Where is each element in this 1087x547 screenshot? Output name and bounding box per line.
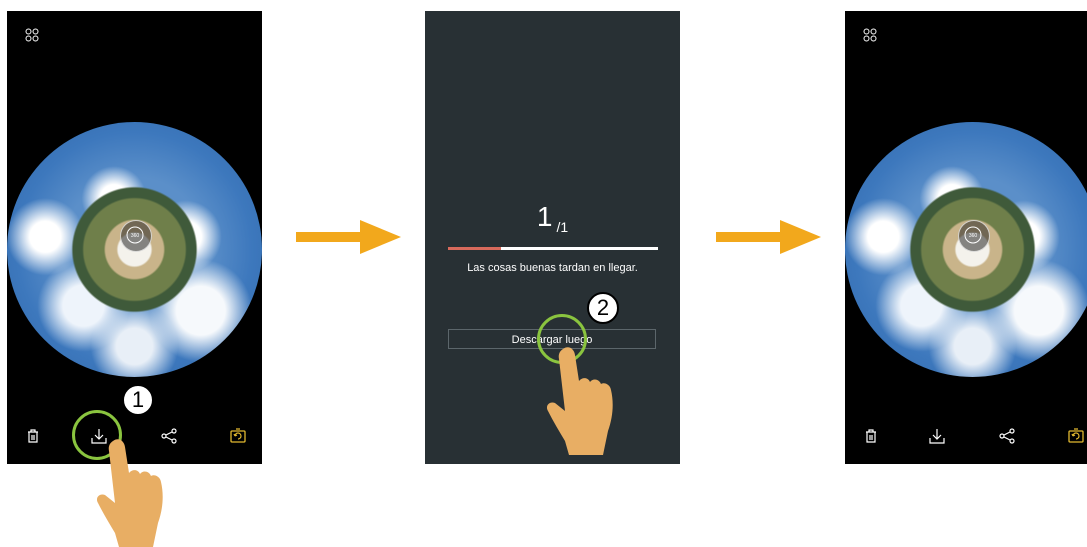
download-message: Las cosas buenas tardan en llegar. <box>467 262 638 274</box>
svg-text:360: 360 <box>131 233 140 239</box>
counter-current: 1 <box>536 201 553 232</box>
arrow-right-icon <box>296 220 401 254</box>
view-360-button[interactable]: 360 <box>958 220 990 252</box>
counter-total: /1 <box>556 219 569 235</box>
trash-icon[interactable] <box>24 427 42 445</box>
share-icon[interactable] <box>998 427 1016 445</box>
arrow-right-icon <box>716 220 821 254</box>
trash-icon[interactable] <box>862 427 880 445</box>
step-badge: 1 <box>122 384 154 416</box>
grid-icon[interactable] <box>25 28 39 42</box>
download-progress-bar <box>448 247 658 250</box>
switch-camera-icon[interactable] <box>1067 427 1085 445</box>
grid-icon[interactable] <box>863 28 877 42</box>
download-counter: 1/1 <box>425 201 680 235</box>
pointing-hand-icon <box>96 439 163 547</box>
view-360-button[interactable]: 360 <box>120 220 152 252</box>
switch-camera-icon[interactable] <box>229 427 247 445</box>
view-360-icon: 360 <box>126 226 144 244</box>
view-360-icon: 360 <box>964 226 982 244</box>
pointing-hand-icon <box>546 347 613 455</box>
download-icon[interactable] <box>928 427 946 445</box>
step-badge: 2 <box>587 292 619 324</box>
progress-fill <box>448 247 501 250</box>
svg-text:360: 360 <box>969 233 978 239</box>
screen-preview-after: 360 <box>845 11 1087 464</box>
